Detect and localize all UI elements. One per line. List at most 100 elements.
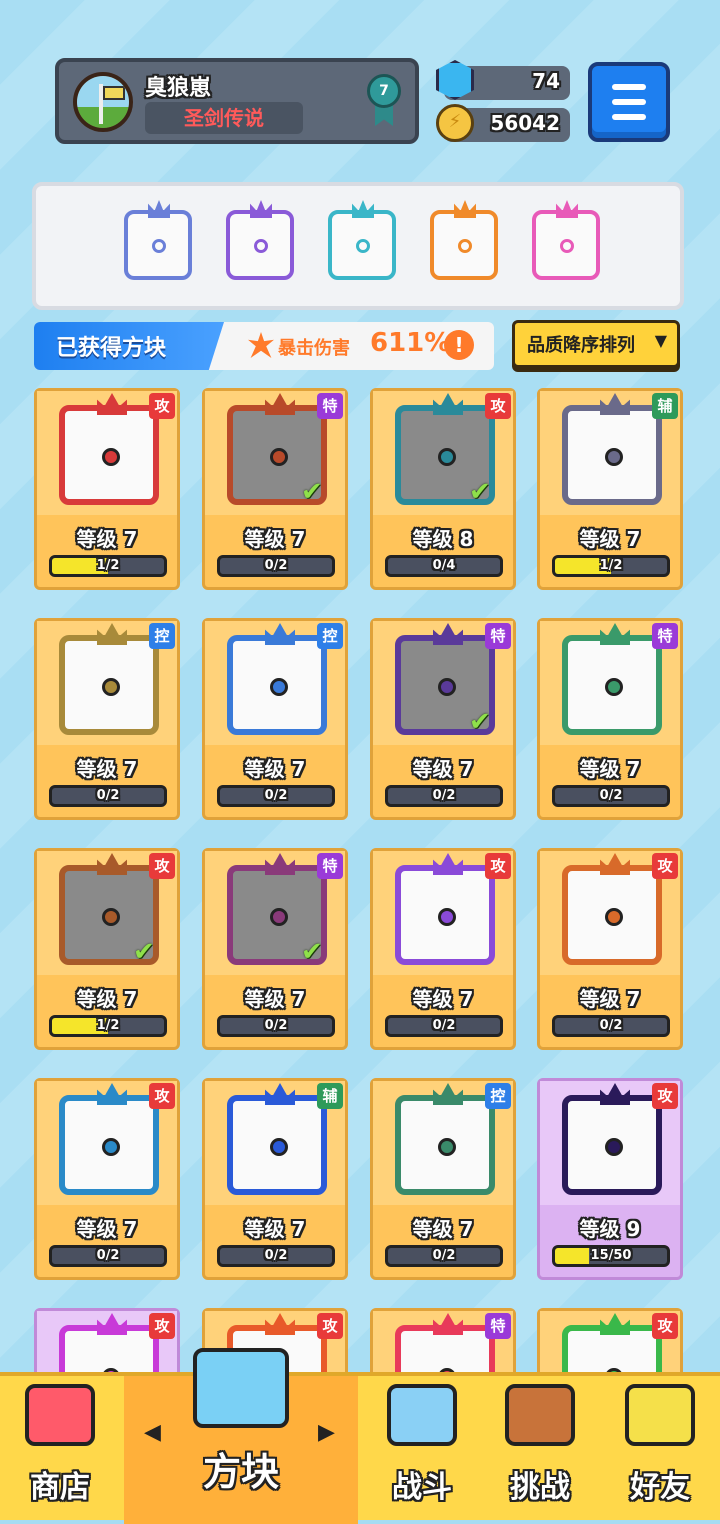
crit-value: 611% bbox=[370, 328, 451, 358]
upgrade-progress-text: 0/2 bbox=[264, 558, 288, 573]
check-icon: ✔ bbox=[469, 477, 491, 507]
upgrade-progress-text: 0/2 bbox=[264, 1248, 288, 1263]
block-level: 等级 7 bbox=[244, 1217, 306, 1241]
info-icon[interactable]: ! bbox=[444, 330, 474, 360]
upgrade-progress-text: 1/2 bbox=[599, 558, 623, 573]
block-level: 等级 7 bbox=[412, 987, 474, 1011]
upgrade-progress-bar: 0/2 bbox=[552, 785, 670, 807]
nav-battle[interactable]: 战斗 bbox=[362, 1376, 482, 1524]
block-level: 等级 8 bbox=[412, 527, 474, 551]
block-core-icon bbox=[270, 448, 288, 466]
prev-arrow-icon[interactable]: ◀ bbox=[144, 1420, 161, 1445]
upgrade-progress-text: 0/2 bbox=[432, 1018, 456, 1033]
block-icon bbox=[395, 853, 495, 965]
type-badge: 攻 bbox=[652, 853, 678, 879]
upgrade-progress-text: 0/2 bbox=[264, 1018, 288, 1033]
block-card[interactable]: 攻等级 7 0/2 bbox=[34, 1078, 180, 1280]
type-badge: 特 bbox=[485, 1313, 511, 1339]
gem-value: 74 bbox=[532, 69, 560, 93]
block-icon bbox=[227, 1083, 327, 1195]
block-card[interactable]: ✔ 特等级 7 0/2 bbox=[202, 388, 348, 590]
block-level: 等级 7 bbox=[76, 1217, 138, 1241]
equipped-block-slot[interactable] bbox=[430, 200, 498, 280]
section-header: 已获得方块 暴击伤害 611% ! bbox=[34, 322, 494, 370]
block-card[interactable]: ✔ 特等级 7 0/2 bbox=[370, 618, 516, 820]
block-card[interactable]: 控等级 7 0/2 bbox=[370, 1078, 516, 1280]
type-badge: 攻 bbox=[652, 1083, 678, 1109]
upgrade-progress-text: 1/2 bbox=[96, 558, 120, 573]
equipped-blocks-panel bbox=[32, 182, 684, 310]
dragon-crown-icon bbox=[556, 200, 578, 218]
block-core-icon bbox=[102, 908, 120, 926]
coin-value: 56042 bbox=[490, 111, 560, 135]
block-icon bbox=[59, 1083, 159, 1195]
block-core-icon bbox=[152, 239, 166, 253]
nav-friends[interactable]: 好友 bbox=[600, 1376, 720, 1524]
block-card[interactable]: 特等级 7 0/2 bbox=[537, 618, 683, 820]
block-card[interactable]: 控等级 7 0/2 bbox=[202, 618, 348, 820]
block-card[interactable]: 控等级 7 0/2 bbox=[34, 618, 180, 820]
check-icon: ✔ bbox=[301, 477, 323, 507]
chevron-down-icon: ▼ bbox=[654, 331, 667, 350]
block-card[interactable]: ✔ 攻等级 7 1/2 bbox=[34, 848, 180, 1050]
equipped-block-slot[interactable] bbox=[226, 200, 294, 280]
menu-button[interactable] bbox=[588, 62, 670, 142]
block-card[interactable]: 攻等级 7 1/2 bbox=[34, 388, 180, 590]
block-core-icon bbox=[605, 448, 623, 466]
upgrade-progress-text: 0/2 bbox=[432, 1248, 456, 1263]
upgrade-progress-text: 0/2 bbox=[264, 788, 288, 803]
block-icon bbox=[562, 853, 662, 965]
block-core-icon bbox=[102, 678, 120, 696]
upgrade-progress-text: 0/2 bbox=[599, 1018, 623, 1033]
player-profile[interactable]: 臭狼崽 圣剑传说 7 bbox=[55, 58, 419, 144]
block-card[interactable]: 辅等级 7 0/2 bbox=[202, 1078, 348, 1280]
gem-counter: 74 bbox=[436, 60, 570, 100]
block-card[interactable]: ✔ 攻等级 8 0/4 bbox=[370, 388, 516, 590]
upgrade-progress-text: 0/2 bbox=[432, 788, 456, 803]
block-level: 等级 7 bbox=[579, 987, 641, 1011]
upgrade-progress-text: 15/50 bbox=[590, 1248, 632, 1263]
block-card[interactable]: 攻等级 9 15/50 bbox=[537, 1078, 683, 1280]
equipped-block-slot[interactable] bbox=[328, 200, 396, 280]
upgrade-progress-bar: 1/2 bbox=[49, 1015, 167, 1037]
upgrade-progress-bar: 0/2 bbox=[217, 785, 335, 807]
block-icon bbox=[395, 1083, 495, 1195]
block-card[interactable]: 攻等级 7 0/2 bbox=[537, 848, 683, 1050]
block-core-icon bbox=[560, 239, 574, 253]
block-icon bbox=[562, 393, 662, 505]
block-core-icon bbox=[458, 239, 472, 253]
block-level: 等级 7 bbox=[579, 527, 641, 551]
block-card[interactable]: 攻等级 7 0/2 bbox=[370, 848, 516, 1050]
friend-character-icon bbox=[625, 1384, 695, 1446]
type-badge: 辅 bbox=[317, 1083, 343, 1109]
block-core-icon bbox=[438, 908, 456, 926]
block-core-icon bbox=[605, 1138, 623, 1156]
block-core-icon bbox=[102, 448, 120, 466]
player-title: 圣剑传说 bbox=[145, 102, 303, 134]
upgrade-progress-bar: 0/2 bbox=[49, 785, 167, 807]
nav-shop[interactable]: 商店 bbox=[0, 1376, 120, 1524]
type-badge: 攻 bbox=[149, 1313, 175, 1339]
nav-challenge[interactable]: 挑战 bbox=[480, 1376, 600, 1524]
equipped-block-slot[interactable] bbox=[532, 200, 600, 280]
avatar[interactable] bbox=[73, 72, 133, 132]
block-card[interactable]: ✔ 特等级 7 0/2 bbox=[202, 848, 348, 1050]
dragon-crown-icon bbox=[250, 200, 272, 218]
sort-dropdown[interactable]: 品质降序排列 ▼ bbox=[512, 320, 680, 368]
block-icon: ✔ bbox=[395, 623, 495, 737]
block-icon: ✔ bbox=[59, 853, 159, 967]
block-icon bbox=[59, 393, 159, 505]
dragon-crown-icon bbox=[148, 200, 170, 218]
block-level: 等级 7 bbox=[76, 987, 138, 1011]
coin-icon: ⚡ bbox=[436, 104, 474, 142]
rank-badge[interactable]: 7 bbox=[367, 74, 401, 126]
flag-icon bbox=[103, 86, 125, 100]
next-arrow-icon[interactable]: ▶ bbox=[318, 1420, 335, 1445]
nav-blocks[interactable]: 方块 bbox=[124, 1348, 358, 1524]
upgrade-progress-bar: 0/2 bbox=[217, 1245, 335, 1267]
block-level: 等级 7 bbox=[244, 757, 306, 781]
equipped-block-slot[interactable] bbox=[124, 200, 192, 280]
player-name: 臭狼崽 bbox=[145, 76, 212, 101]
type-badge: 攻 bbox=[485, 393, 511, 419]
block-card[interactable]: 辅等级 7 1/2 bbox=[537, 388, 683, 590]
